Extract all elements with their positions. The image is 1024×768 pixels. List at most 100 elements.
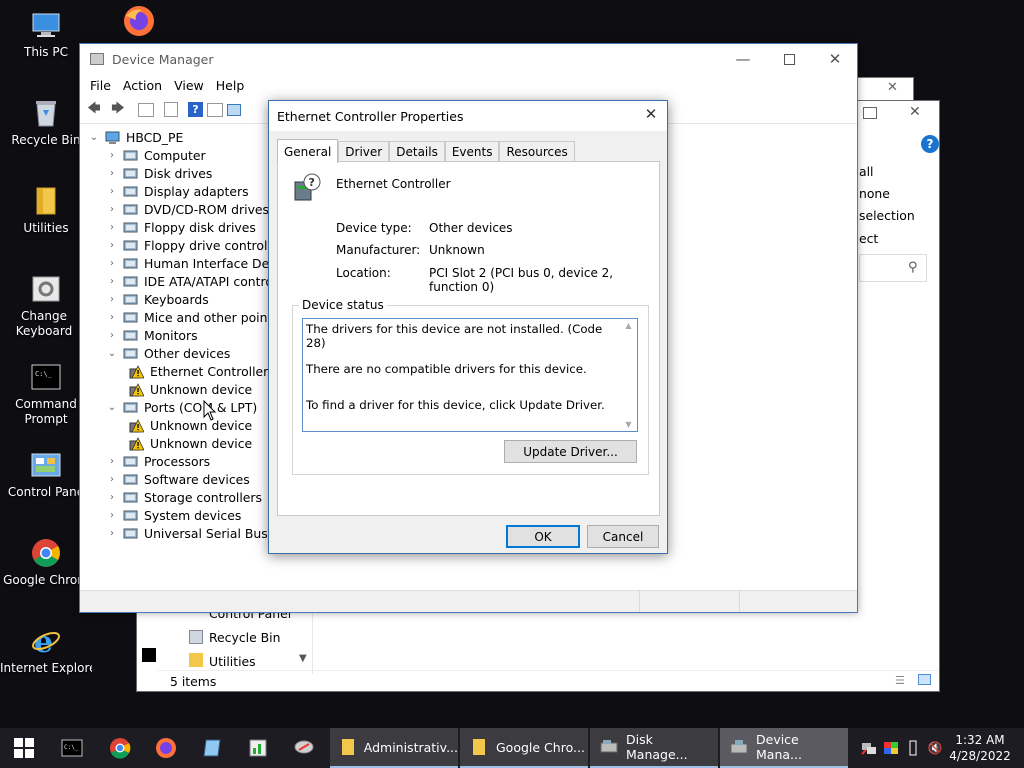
tray-network-icon[interactable] bbox=[858, 728, 880, 768]
tree-category-item[interactable]: › Computer bbox=[106, 146, 206, 164]
chevron-right-icon[interactable]: › bbox=[106, 474, 118, 485]
menu-action[interactable]: Action bbox=[117, 78, 168, 93]
close-button[interactable]: ✕ bbox=[812, 44, 858, 74]
menu-view[interactable]: View bbox=[168, 78, 210, 93]
properties-dialog[interactable]: Ethernet Controller Properties ✕ General… bbox=[268, 100, 668, 554]
dialog-close-button[interactable]: ✕ bbox=[639, 105, 663, 127]
chevron-right-icon[interactable]: › bbox=[106, 222, 118, 233]
tree-category-item[interactable]: › IDE ATA/ATAPI controlle bbox=[106, 272, 276, 290]
tiles-view-icon[interactable] bbox=[918, 674, 931, 685]
tree-category-item[interactable]: › Mice and other pointing bbox=[106, 308, 276, 326]
chevron-right-icon[interactable]: › bbox=[106, 294, 118, 305]
scroll-down-icon[interactable]: ▼ bbox=[625, 420, 631, 429]
taskbar-app-disk-management[interactable]: Disk Manage... bbox=[590, 728, 718, 768]
taskbar-chart-app-icon[interactable] bbox=[238, 728, 278, 768]
firefox-desktop-icon[interactable] bbox=[122, 4, 156, 38]
tree-category-item[interactable]: › System devices bbox=[106, 506, 241, 524]
chevron-right-icon[interactable]: › bbox=[106, 528, 118, 539]
back-arrow-icon[interactable]: 🡄 bbox=[84, 100, 104, 120]
taskbar-notepad-icon[interactable] bbox=[192, 728, 232, 768]
device-status-text[interactable]: The drivers for this device are not inst… bbox=[302, 318, 638, 432]
help-icon[interactable]: ? bbox=[188, 102, 203, 117]
ribbon-invert-selection[interactable]: selection bbox=[859, 208, 915, 223]
tab-driver[interactable]: Driver bbox=[338, 141, 390, 162]
tab-details[interactable]: Details bbox=[389, 141, 445, 162]
chevron-right-icon[interactable]: › bbox=[106, 240, 118, 251]
chevron-right-icon[interactable]: › bbox=[106, 312, 118, 323]
taskbar-chrome-icon[interactable] bbox=[100, 728, 140, 768]
properties-grid-icon[interactable] bbox=[138, 102, 154, 117]
tree-category-item[interactable]: › Disk drives bbox=[106, 164, 212, 182]
chevron-right-icon[interactable]: › bbox=[106, 186, 118, 197]
close-icon[interactable]: ✕ bbox=[909, 104, 921, 120]
chevron-down-icon[interactable]: ⌄ bbox=[106, 402, 118, 413]
chevron-right-icon[interactable]: › bbox=[106, 204, 118, 215]
tree-category-item[interactable]: › Display adapters bbox=[106, 182, 249, 200]
tree-category-item[interactable]: › Keyboards bbox=[106, 290, 209, 308]
tab-events[interactable]: Events bbox=[444, 141, 500, 162]
tree-category-item[interactable]: › Software devices bbox=[106, 470, 250, 488]
tray-usb-icon[interactable] bbox=[902, 728, 924, 768]
ribbon-select[interactable]: ect bbox=[859, 231, 878, 246]
taskbar-app-device-manager[interactable]: Device Mana... bbox=[720, 728, 848, 768]
status-scrollbar[interactable]: ▲ ▼ bbox=[620, 319, 637, 431]
taskbar-app-administrative[interactable]: Administrativ... bbox=[330, 728, 458, 768]
help-icon[interactable]: ? bbox=[921, 135, 939, 153]
taskbar-tools-icon[interactable] bbox=[284, 728, 324, 768]
taskbar-firefox-icon[interactable] bbox=[146, 728, 186, 768]
tree-device-item[interactable]: Unknown device bbox=[124, 380, 252, 398]
forward-arrow-icon[interactable]: 🡆 bbox=[108, 100, 128, 120]
chevron-right-icon[interactable]: › bbox=[106, 168, 118, 179]
taskbar-terminal-icon[interactable]: C:\_ bbox=[52, 728, 92, 768]
nav-item-utilities[interactable]: Utilities bbox=[209, 654, 256, 669]
tree-category-item[interactable]: ⌄ Ports (COM & LPT) bbox=[106, 398, 257, 416]
cancel-button[interactable]: Cancel bbox=[587, 525, 659, 548]
taskbar-clock[interactable]: 1:32 AM 4/28/2022 bbox=[946, 732, 1014, 764]
chevron-right-icon[interactable]: › bbox=[106, 258, 118, 269]
nav-item-recycle-bin[interactable]: Recycle Bin bbox=[209, 630, 280, 645]
chevron-right-icon[interactable]: › bbox=[106, 276, 118, 287]
details-view-icon[interactable]: ☰ bbox=[895, 674, 905, 687]
chevron-down-icon[interactable]: ▼ bbox=[299, 653, 307, 664]
chevron-right-icon[interactable]: › bbox=[106, 456, 118, 467]
ribbon-select-all[interactable]: all bbox=[859, 164, 873, 179]
maximize-button[interactable] bbox=[766, 44, 812, 74]
chevron-right-icon[interactable]: › bbox=[106, 330, 118, 341]
menu-file[interactable]: File bbox=[84, 78, 117, 93]
chevron-down-icon[interactable]: ⌄ bbox=[106, 348, 118, 359]
tree-category-item[interactable]: ⌄ Other devices bbox=[106, 344, 230, 362]
list-icon[interactable] bbox=[164, 102, 178, 117]
minimize-button[interactable]: — bbox=[720, 44, 766, 74]
tab-resources[interactable]: Resources bbox=[499, 141, 575, 162]
menu-help[interactable]: Help bbox=[210, 78, 251, 93]
chevron-right-icon[interactable]: › bbox=[106, 492, 118, 503]
dialog-titlebar[interactable]: Ethernet Controller Properties bbox=[269, 101, 667, 131]
tree-category-item[interactable]: › DVD/CD-ROM drives bbox=[106, 200, 269, 218]
maximize-icon[interactable] bbox=[863, 107, 877, 119]
update-driver-button[interactable]: Update Driver... bbox=[504, 440, 637, 463]
start-button[interactable] bbox=[4, 728, 44, 768]
tree-category-item[interactable]: › Human Interface Device bbox=[106, 254, 276, 272]
tree-category-item[interactable]: › Universal Serial Bus con bbox=[106, 524, 276, 542]
tree-device-item[interactable]: Unknown device bbox=[124, 416, 252, 434]
tab-general[interactable]: General bbox=[277, 139, 339, 163]
tray-volume-muted-icon[interactable]: 🔇 bbox=[924, 728, 946, 768]
chevron-right-icon[interactable]: › bbox=[106, 150, 118, 161]
search-box[interactable]: ⚲ bbox=[859, 254, 927, 282]
ok-button[interactable]: OK bbox=[506, 525, 580, 548]
tree-device-item[interactable]: Unknown device bbox=[124, 434, 252, 452]
tree-category-item[interactable]: › Monitors bbox=[106, 326, 198, 344]
close-icon[interactable]: ✕ bbox=[887, 80, 898, 95]
ribbon-select-none[interactable]: none bbox=[859, 186, 890, 201]
tree-device-item[interactable]: Ethernet Controller bbox=[124, 362, 268, 380]
desktop-icon-internet-explorer[interactable]: e Internet Explorer bbox=[0, 624, 92, 676]
tree-root[interactable]: ⌄ HBCD_PE bbox=[88, 128, 184, 146]
monitor-icon[interactable] bbox=[227, 103, 241, 116]
tree-category-item[interactable]: › Storage controllers bbox=[106, 488, 262, 506]
scroll-up-icon[interactable]: ▲ bbox=[625, 321, 631, 330]
tree-category-item[interactable]: › Processors bbox=[106, 452, 210, 470]
view-grid-icon[interactable] bbox=[207, 102, 223, 117]
chevron-right-icon[interactable]: › bbox=[106, 510, 118, 521]
background-window[interactable]: ✕ bbox=[850, 77, 914, 101]
tree-category-item[interactable]: › Floppy drive controllers bbox=[106, 236, 276, 254]
